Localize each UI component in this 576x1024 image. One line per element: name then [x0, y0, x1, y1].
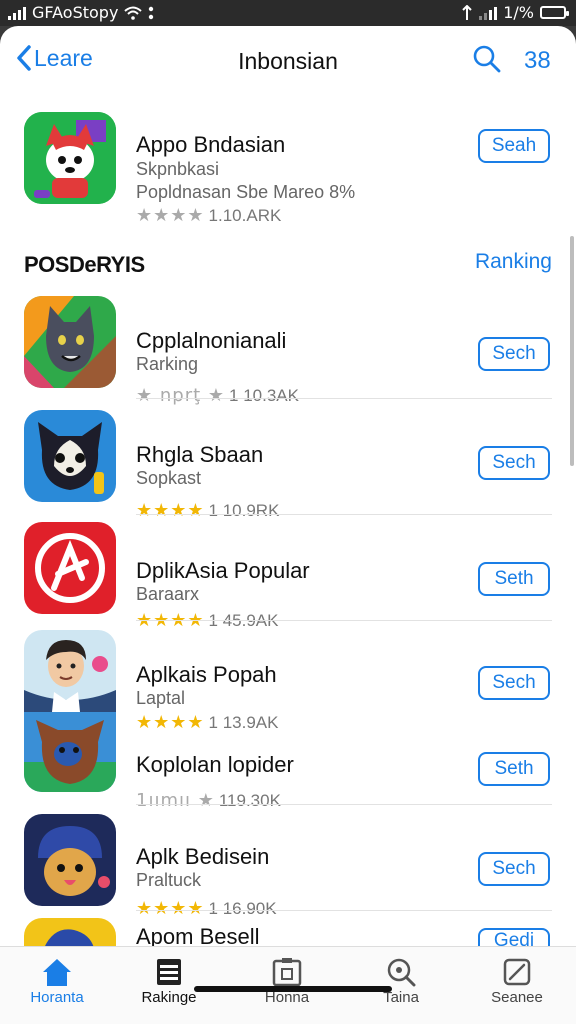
rating-count: 1 16.90K	[208, 898, 277, 918]
app-icon	[24, 296, 116, 388]
more-icon	[149, 6, 154, 19]
app-rating: 1ıımıı ★ 119.30K	[136, 790, 281, 811]
navigation-bar: Leare Inbonsian 38	[0, 26, 576, 96]
app-name: Aplkais Popah	[136, 662, 277, 687]
tab-honna[interactable]: Honna	[242, 955, 332, 1006]
app-subtitle: Praltuck	[136, 870, 202, 890]
tab-ranking[interactable]: Rakinge	[124, 955, 214, 1006]
rating-count: 1 10.3AK	[229, 385, 299, 405]
home-indicator	[194, 986, 392, 992]
list-item[interactable]: DplikAsia Popular Baraarx ★★★★ 1 45.9AK …	[0, 522, 576, 631]
app-rating: ★ nprţ ★ 1 10.3AK	[136, 385, 299, 406]
app-name: Appo Bndasian	[136, 132, 286, 157]
featured-app[interactable]: Appo Bndasian Skpnbkasi Popldnasan Sbe M…	[0, 112, 576, 226]
list-item[interactable]: Aplk Bedisein Praltuck ★★★★ 1 16.90K Sec…	[0, 814, 576, 919]
get-button[interactable]: Sech	[478, 666, 550, 700]
app-icon	[24, 712, 116, 792]
signal-icon	[479, 6, 498, 20]
get-button[interactable]: Seah	[478, 129, 550, 163]
app-name: Cpplalnonianali	[136, 328, 287, 353]
search-icon[interactable]	[472, 44, 502, 74]
battery-text: 1/%	[503, 3, 534, 22]
app-icon	[24, 814, 116, 906]
rating-stars: ★★★★	[136, 898, 205, 919]
divider	[136, 620, 552, 621]
app-subtitle: Sopkast	[136, 468, 202, 488]
rating-count: 119.30K	[218, 790, 281, 810]
list-item[interactable]: Cpplalnonianali Rarking ★ nprţ ★ 1 10.3A…	[0, 296, 576, 406]
rating-stars: ★★★★	[136, 500, 205, 521]
ranking-link[interactable]: Ranking	[475, 250, 552, 274]
get-button[interactable]: Seth	[478, 752, 550, 786]
tab-label: Horanta	[30, 989, 84, 1006]
app-rating: ★★★★ 1 16.90K	[136, 898, 277, 919]
app-rating: ★★★★ 1 10.9RK	[136, 500, 279, 521]
list-item[interactable]: Koplolan lopider 1ıımıı ★ 119.30K Seth	[0, 712, 576, 812]
data-icon	[462, 4, 472, 20]
rating-count: 1 10.9RK	[208, 500, 280, 520]
get-button[interactable]: Sech	[478, 446, 550, 480]
get-button[interactable]: Sech	[478, 337, 550, 371]
app-screen: Leare Inbonsian 38 Appo Bndasian Skpnbka…	[0, 26, 576, 1024]
rating-stars: ★★★★	[136, 205, 205, 226]
rating-stars: ★ nprţ ★	[136, 385, 226, 406]
app-name: Koplolan lopider	[136, 752, 294, 777]
status-bar: GFAoStopy 1/%	[0, 0, 576, 26]
app-icon	[24, 918, 116, 948]
tab-settings[interactable]: Seanee	[472, 955, 562, 1006]
divider	[136, 514, 552, 515]
rating-count: 1.10.ARK	[208, 205, 282, 225]
tab-home[interactable]: Horanta	[12, 955, 102, 1006]
divider	[136, 804, 552, 805]
signal-icon	[8, 6, 26, 20]
get-button[interactable]: Seth	[478, 562, 550, 596]
wifi-icon	[124, 6, 143, 20]
app-name: DplikAsia Popular	[136, 558, 310, 583]
ranking-icon	[157, 959, 181, 985]
search-icon	[387, 958, 416, 987]
divider	[136, 398, 552, 399]
app-subtitle: Skpnbkasi	[136, 159, 220, 179]
list-item[interactable]: Rhgla Sbaan Sopkast ★★★★ 1 10.9RK Sech	[0, 410, 576, 521]
app-description: Popldnasan Sbe Mareo 8%	[136, 182, 356, 202]
app-name: Rhgla Sbaan	[136, 442, 264, 467]
edit-icon	[503, 958, 531, 986]
tab-search[interactable]: Taina	[356, 955, 446, 1006]
app-rating: ★★★★ 1.10.ARK	[136, 205, 281, 226]
tab-bar: Horanta Rakinge Honna Taina Seanee	[0, 946, 576, 1024]
app-name: Aplk Bedisein	[136, 844, 270, 869]
section-title: POSDeRYIS	[24, 252, 145, 277]
tablet-icon	[272, 958, 302, 987]
app-subtitle: Laptal	[136, 688, 186, 708]
app-icon	[24, 630, 116, 712]
count-badge[interactable]: 38	[524, 47, 551, 75]
app-icon	[24, 522, 116, 614]
get-button[interactable]: Sech	[478, 852, 550, 886]
divider	[136, 910, 552, 911]
app-subtitle: Baraarx	[136, 584, 200, 604]
home-icon	[43, 959, 71, 986]
battery-icon	[540, 6, 569, 19]
app-icon	[24, 112, 116, 204]
app-icon	[24, 410, 116, 502]
app-subtitle: Rarking	[136, 354, 199, 374]
status-text: GFAoStopy	[32, 3, 119, 22]
tab-label: Seanee	[491, 989, 543, 1006]
rating-stars: 1ıımıı ★	[136, 790, 215, 811]
